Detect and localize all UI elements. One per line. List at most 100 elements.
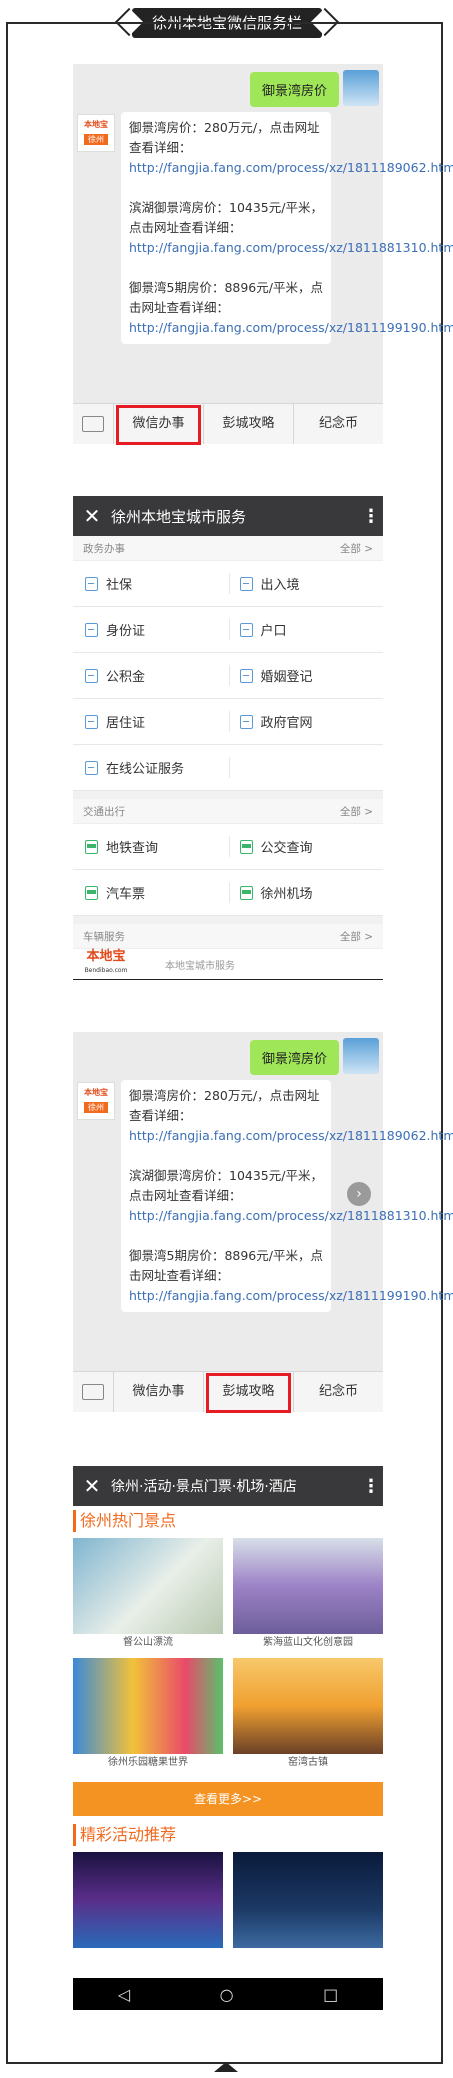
city-service-panel: ✕ 徐州本地宝城市服务 ⋮ 政务办事 全部 > 社保 出入境 身份证 户口 公积… [73,496,383,999]
reply-paragraph: 滨湖御景湾房价：10435元/平米，点击网址查看详细：http://fangji… [129,198,453,258]
bot-logo-bottom: 徐州 [84,1102,108,1113]
chat-menu-bar: 微信办事 彭城攻略 纪念币 [73,1371,383,1413]
menu-tab-coin[interactable]: 纪念币 [294,1372,383,1412]
reply-link[interactable]: http://fangjia.fang.com/process/xz/18111… [129,320,453,335]
service-row: 汽车票 徐州机场 [73,870,383,916]
document-icon [85,576,98,591]
service-item-social-security[interactable]: 社保 [73,561,229,606]
document-icon [85,760,98,775]
more-icon[interactable]: ⋮ [359,1476,383,1497]
document-icon [239,714,253,729]
spot-image [233,1538,383,1634]
spot-card[interactable]: 徐州乐园糖果世界 [73,1658,223,1772]
document-icon [239,622,253,637]
close-icon[interactable]: ✕ [73,1474,111,1498]
spot-grid: 督公山漂流 紫海蓝山文化创意园 徐州乐园糖果世界 窑湾古镇 [73,1538,383,1778]
service-item-metro[interactable]: 地铁查询 [73,824,229,869]
keyboard-icon[interactable] [73,1372,114,1412]
reply-paragraph: 御景湾5期房价：8896元/平米，点击网址查看详细：http://fangjia… [129,1246,453,1306]
service-item-coach-ticket[interactable]: 汽车票 [73,870,229,915]
service-row: 在线公证服务 [73,745,383,791]
menu-tab-pengcheng-guide[interactable]: 彭城攻略 [204,404,294,444]
reply-link[interactable]: http://fangjia.fang.com/process/xz/18111… [129,1128,453,1143]
reply-link[interactable]: http://fangjia.fang.com/process/xz/18111… [129,160,453,175]
service-row: 公积金 婚姻登记 [73,653,383,699]
document-icon [85,668,98,683]
service-item-household[interactable]: 户口 [228,619,384,640]
section-header-transport: 交通出行 全部 > [73,799,383,824]
all-link[interactable]: 全部 > [340,541,373,556]
bot-avatar: 本地宝 徐州 [77,114,115,152]
service-item-notary[interactable]: 在线公证服务 [73,745,229,790]
menu-tab-wechat-service[interactable]: 微信办事 [114,404,204,445]
menu-tab-coin[interactable]: 纪念币 [294,404,383,444]
bot-reply-bubble: 御景湾房价：280万元/，点击网址查看详细：http://fangjia.fan… [121,1080,453,1312]
close-icon[interactable]: ✕ [73,504,111,528]
reply-paragraph: 滨湖御景湾房价：10435元/平米，点击网址查看详细：http://fangji… [129,1166,453,1226]
event-card[interactable] [73,1852,223,1948]
spot-image [73,1658,223,1754]
service-row: 社保 出入境 [73,561,383,607]
reply-link[interactable]: http://fangjia.fang.com/process/xz/18118… [129,1208,453,1223]
attractions-topbar: ✕ 徐州·活动·景点门票·机场·酒店 ⋮ [73,1466,383,1506]
next-arrow-icon[interactable]: › [347,1182,371,1206]
service-item-residence-permit[interactable]: 居住证 [73,699,229,744]
section-title-events: 精彩活动推荐 [73,1824,383,1846]
service-footer: 本地宝 Bendibao.com 本地宝城市服务 [73,949,383,980]
home-icon[interactable]: ○ [220,1985,234,2004]
service-item-airport[interactable]: 徐州机场 [228,882,384,903]
service-topbar: ✕ 徐州本地宝城市服务 ⋮ [73,496,383,536]
attractions-title: 徐州·活动·景点门票·机场·酒店 [111,1479,297,1495]
spot-image [233,1658,383,1754]
divider [73,791,383,799]
service-item-gov-site[interactable]: 政府官网 [228,711,384,732]
service-item-exit-entry[interactable]: 出入境 [228,573,384,594]
all-link[interactable]: 全部 > [340,804,373,819]
document-icon [85,622,98,637]
spot-card[interactable]: 窑湾古镇 [233,1658,383,1772]
view-more-button[interactable]: 查看更多>> [73,1782,383,1816]
bus-icon [85,885,98,900]
menu-tab-pengcheng-guide[interactable]: 彭城攻略 [204,1372,294,1413]
service-item-bus[interactable]: 公交查询 [228,836,384,857]
keyboard-icon[interactable] [73,404,114,444]
more-icon[interactable]: ⋮ [359,506,383,527]
service-row: 居住证 政府官网 [73,699,383,745]
bot-logo-top: 本地宝 [84,120,108,129]
spot-caption: 督公山漂流 [123,1637,173,1648]
bus-icon [239,885,253,900]
chat-panel-1: 御景湾房价 本地宝 徐州 御景湾房价：280万元/，点击网址查看详细：http:… [73,64,453,445]
service-item-id-card[interactable]: 身份证 [73,607,229,652]
event-card[interactable] [233,1852,383,1948]
service-item-housing-fund[interactable]: 公积金 [73,653,229,698]
divider [73,916,383,924]
all-link[interactable]: 全部 > [340,929,373,944]
spot-image [73,1538,223,1634]
spot-caption: 窑湾古镇 [288,1757,328,1768]
service-item-marriage[interactable]: 婚姻登记 [228,665,384,686]
reply-paragraph: 御景湾房价：280万元/，点击网址查看详细：http://fangjia.fan… [129,118,453,178]
bottom-marker [214,2062,238,2078]
bot-logo-bottom: 徐州 [84,134,108,145]
reply-link[interactable]: http://fangjia.fang.com/process/xz/18118… [129,240,453,255]
spot-card[interactable]: 紫海蓝山文化创意园 [233,1538,383,1652]
footer-text: 本地宝城市服务 [165,960,235,972]
section-title-hot-spots: 徐州热门景点 [73,1510,383,1532]
spot-caption: 紫海蓝山文化创意园 [263,1637,353,1648]
bendibao-logo: 本地宝 Bendibao.com [84,949,128,975]
user-message-bubble: 御景湾房价 [249,72,339,107]
bot-avatar: 本地宝 徐州 [77,1082,115,1120]
event-image [73,1852,223,1948]
empty-cell [228,757,384,778]
attractions-panel: ✕ 徐州·活动·景点门票·机场·酒店 ⋮ 徐州热门景点 督公山漂流 紫海蓝山文化… [73,1466,383,2010]
user-avatar [343,70,379,106]
chat-menu-bar: 微信办事 彭城攻略 纪念币 [73,403,383,445]
menu-tab-wechat-service[interactable]: 微信办事 [114,1372,204,1412]
recent-apps-icon[interactable]: □ [323,1985,338,2004]
back-icon[interactable]: ◁ [118,1985,130,2004]
spot-caption: 徐州乐园糖果世界 [108,1757,188,1768]
bus-icon [239,839,253,854]
reply-link[interactable]: http://fangjia.fang.com/process/xz/18111… [129,1288,453,1303]
bot-logo-top: 本地宝 [84,1088,108,1097]
spot-card[interactable]: 督公山漂流 [73,1538,223,1652]
